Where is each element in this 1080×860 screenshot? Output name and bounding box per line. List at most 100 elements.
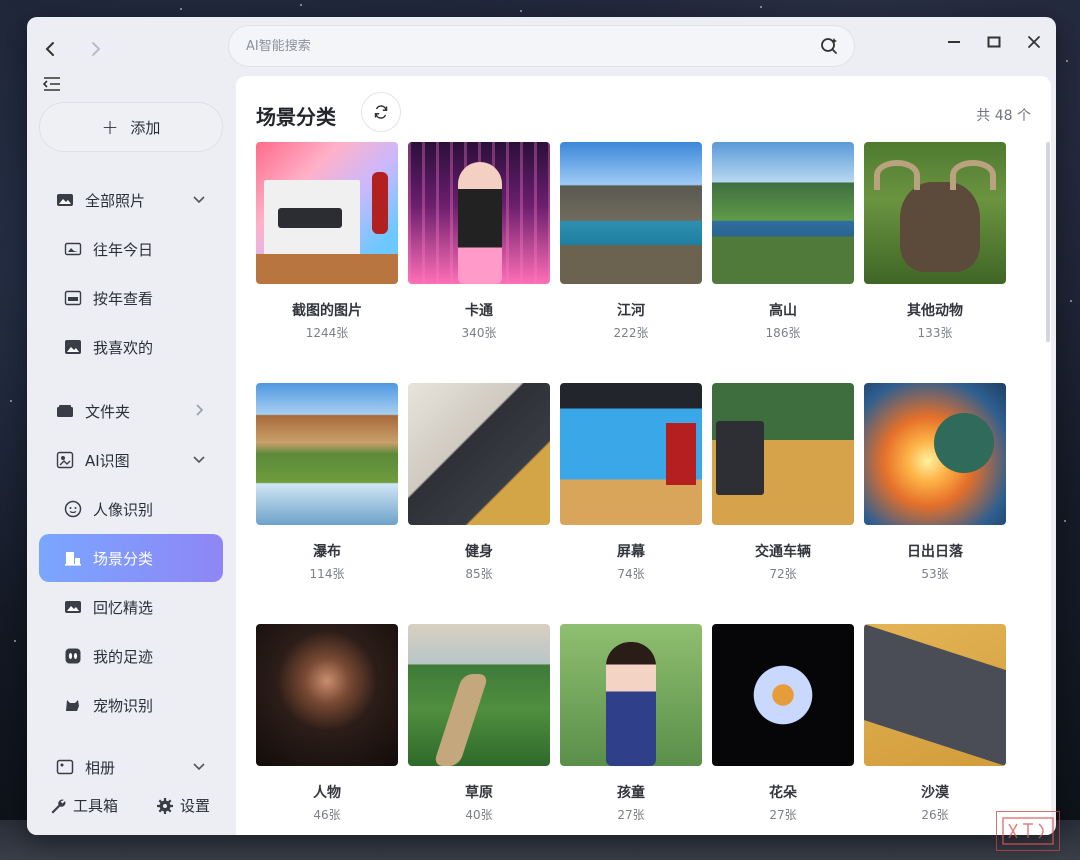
sidebar-item-pet-recognition[interactable]: 宠物识别 (39, 681, 223, 729)
scene-thumbnail (408, 383, 550, 525)
scene-thumbnail (256, 383, 398, 525)
scene-name: 瀑布 (313, 544, 341, 560)
sidebar-item-label: 全部照片 (85, 191, 146, 210)
chevron-right-icon (196, 404, 204, 416)
scene-thumbnail (712, 142, 854, 284)
scene-count: 53张 (921, 567, 949, 581)
album-icon (55, 757, 75, 777)
scene-count: 340张 (461, 326, 497, 340)
scene-count: 133张 (917, 326, 953, 340)
scene-card[interactable]: 截图的图片 1244张 (256, 142, 398, 341)
scene-card[interactable]: 瀑布 114张 (256, 383, 398, 582)
ai-search-icon[interactable] (818, 35, 840, 57)
sidebar-item-label: 文件夹 (85, 402, 131, 421)
sidebar-item-all-photos[interactable]: 全部照片 (39, 176, 223, 224)
toolbox-button[interactable]: 工具箱 (49, 795, 118, 816)
scene-name: 孩童 (617, 785, 645, 801)
scene-name: 高山 (769, 303, 797, 319)
scene-count: 186张 (765, 326, 801, 340)
sidebar-item-label: AI识图 (85, 451, 130, 470)
sidebar-item-on-this-day[interactable]: 往年今日 (39, 225, 223, 273)
settings-label: 设置 (180, 797, 211, 815)
scrollbar[interactable] (1046, 142, 1050, 342)
scene-thumbnail (408, 624, 550, 766)
scene-count: 26张 (921, 808, 949, 822)
maximize-button[interactable] (979, 27, 1009, 57)
scene-thumbnail (560, 624, 702, 766)
scene-card[interactable]: 花朵 27张 (712, 624, 854, 823)
add-button[interactable]: + 添加 (39, 102, 223, 152)
scene-card[interactable]: 其他动物 133张 (864, 142, 1006, 341)
settings-button[interactable]: 设置 (156, 795, 210, 816)
back-button[interactable] (41, 39, 61, 59)
main-panel: 场景分类 共 48 个 截图的图片 1244张 卡通 340张 江河 222张 … (236, 76, 1051, 835)
scene-name: 截图的图片 (292, 303, 362, 319)
refresh-icon (374, 105, 388, 119)
search-input[interactable] (246, 38, 818, 54)
watermark-stamp (996, 811, 1060, 851)
sidebar-item-label: 场景分类 (93, 549, 154, 568)
scene-thumbnail (864, 142, 1006, 284)
scene-icon (63, 548, 83, 568)
sidebar-item-label: 按年查看 (93, 289, 154, 308)
scene-count: 222张 (613, 326, 649, 340)
sidebar-item-label: 我的足迹 (93, 647, 154, 666)
sidebar-item-ai-recognition[interactable]: AI识图 (39, 436, 223, 484)
scene-count: 1244张 (305, 326, 349, 340)
scene-card[interactable]: 孩童 27张 (560, 624, 702, 823)
chevron-down-icon (193, 456, 205, 464)
sidebar-item-folders[interactable]: 文件夹 (39, 387, 223, 435)
forward-button[interactable] (85, 39, 105, 59)
scene-card[interactable]: 屏幕 74张 (560, 383, 702, 582)
scene-thumbnail (408, 142, 550, 284)
scene-card[interactable]: 日出日落 53张 (864, 383, 1006, 582)
sidebar-item-label: 我喜欢的 (93, 338, 154, 357)
sidebar-item-label: 回忆精选 (93, 598, 154, 617)
collapse-sidebar-icon[interactable] (41, 73, 63, 95)
sidebar-item-footprints[interactable]: 我的足迹 (39, 632, 223, 680)
history-photo-icon (63, 239, 83, 259)
close-button[interactable] (1019, 27, 1049, 57)
sidebar-footer: 工具箱 设置 (27, 777, 233, 835)
ai-recognition-icon (55, 450, 75, 470)
calendar-365-icon (63, 288, 83, 308)
total-count: 共 48 个 (976, 108, 1031, 124)
close-icon (1028, 36, 1040, 48)
sidebar-item-favorites[interactable]: 我喜欢的 (39, 323, 223, 371)
scene-card[interactable]: 卡通 340张 (408, 142, 550, 341)
sidebar-item-label: 宠物识别 (93, 696, 154, 715)
chevron-down-icon (193, 763, 205, 771)
refresh-button[interactable] (361, 92, 401, 132)
scene-card[interactable]: 高山 186张 (712, 142, 854, 341)
chevron-down-icon (193, 196, 205, 204)
page-title: 场景分类 (256, 105, 336, 129)
sidebar: + 添加 全部照片 往年今日 按年查看 我喜欢的 文件夹 AI识图 人像识别 场… (27, 67, 233, 835)
minimize-icon (948, 41, 960, 43)
scene-name: 交通车辆 (755, 544, 811, 560)
scene-card[interactable]: 健身 85张 (408, 383, 550, 582)
scene-name: 花朵 (769, 785, 797, 801)
sidebar-item-scene-classification[interactable]: 场景分类 (39, 534, 223, 582)
scene-card[interactable]: 江河 222张 (560, 142, 702, 341)
scene-count: 40张 (465, 808, 493, 822)
toolbox-label: 工具箱 (73, 797, 119, 815)
scene-count: 72张 (769, 567, 797, 581)
scene-thumbnail (864, 383, 1006, 525)
scene-card[interactable]: 人物 46张 (256, 624, 398, 823)
add-button-label: 添加 (130, 118, 161, 137)
plus-icon: + (101, 115, 119, 139)
scene-count: 85张 (465, 567, 493, 581)
wrench-icon (51, 799, 66, 813)
folder-icon (55, 401, 75, 421)
scene-card[interactable]: 沙漠 26张 (864, 624, 1006, 823)
chevron-left-icon (45, 42, 54, 56)
scene-name: 沙漠 (921, 785, 949, 801)
app-window: + 添加 全部照片 往年今日 按年查看 我喜欢的 文件夹 AI识图 (27, 17, 1056, 835)
scene-count: 27张 (769, 808, 797, 822)
sidebar-item-memories[interactable]: 回忆精选 (39, 583, 223, 631)
sidebar-item-by-year[interactable]: 按年查看 (39, 274, 223, 322)
scene-card[interactable]: 草原 40张 (408, 624, 550, 823)
minimize-button[interactable] (939, 27, 969, 57)
sidebar-item-face-recognition[interactable]: 人像识别 (39, 485, 223, 533)
scene-card[interactable]: 交通车辆 72张 (712, 383, 854, 582)
